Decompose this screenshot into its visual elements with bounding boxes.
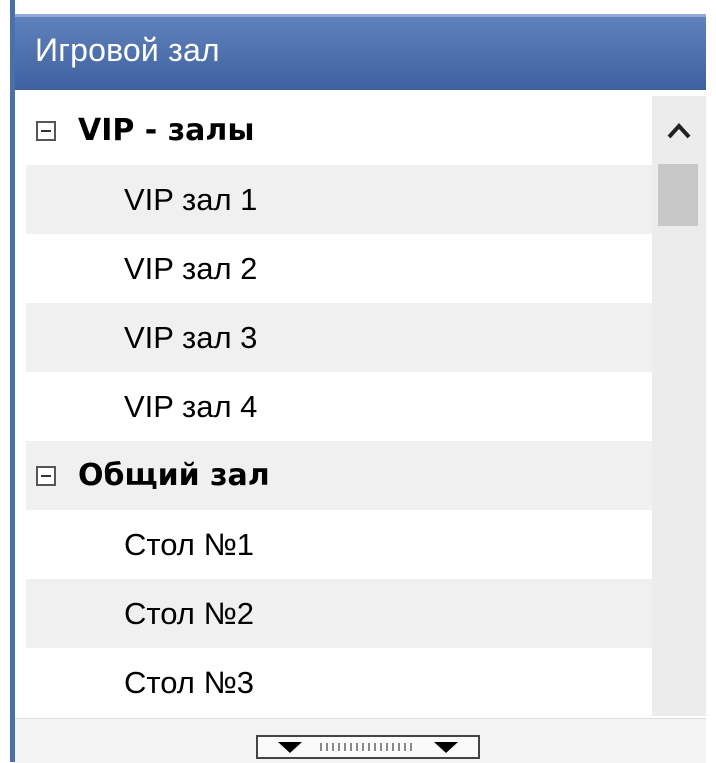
tree-item-table-2[interactable]: Стол №2 (26, 579, 652, 648)
tree-item-label: Стол №1 (124, 526, 254, 562)
tree-item-label: Стол №2 (124, 595, 254, 631)
arrow-down-icon (434, 741, 458, 753)
scroll-up-button[interactable] (652, 106, 706, 156)
tree-item-label: VIP зал 4 (124, 388, 258, 424)
tree-item-label: VIP зал 2 (124, 250, 258, 286)
tree-item-table-3[interactable]: Стол №3 (26, 648, 652, 716)
tree-item-vip-4[interactable]: VIP зал 4 (26, 372, 652, 441)
collapse-minus-icon[interactable] (36, 120, 56, 141)
vertical-scrollbar[interactable] (652, 96, 706, 716)
scrollbar-thumb[interactable] (658, 164, 698, 226)
hall-tree: VIP - залы VIP зал 1 VIP зал 2 VIP зал 3… (26, 96, 652, 716)
tree-item-label: VIP зал 1 (124, 181, 258, 217)
tree-group-label: Общий зал (78, 458, 270, 493)
panel-titlebar: Игровой зал (15, 14, 706, 90)
splitter-handle[interactable] (256, 735, 480, 759)
tree-group-common[interactable]: Общий зал (26, 441, 652, 510)
bottom-bar (15, 718, 706, 763)
tree-item-table-1[interactable]: Стол №1 (26, 510, 652, 579)
panel-title: Игровой зал (35, 32, 220, 68)
tree-item-label: VIP зал 3 (124, 319, 258, 355)
panel-left-border (10, 0, 15, 762)
tree-item-vip-2[interactable]: VIP зал 2 (26, 234, 652, 303)
tree-item-vip-3[interactable]: VIP зал 3 (26, 303, 652, 372)
tree-group-label: VIP - залы (78, 113, 255, 148)
chevron-up-icon (667, 123, 691, 139)
grip-icon (320, 743, 416, 751)
tree-item-vip-1[interactable]: VIP зал 1 (26, 165, 652, 234)
tree-item-label: Стол №3 (124, 664, 254, 700)
tree-group-vip[interactable]: VIP - залы (26, 96, 652, 165)
arrow-down-icon (278, 741, 302, 753)
collapse-minus-icon[interactable] (36, 465, 56, 486)
